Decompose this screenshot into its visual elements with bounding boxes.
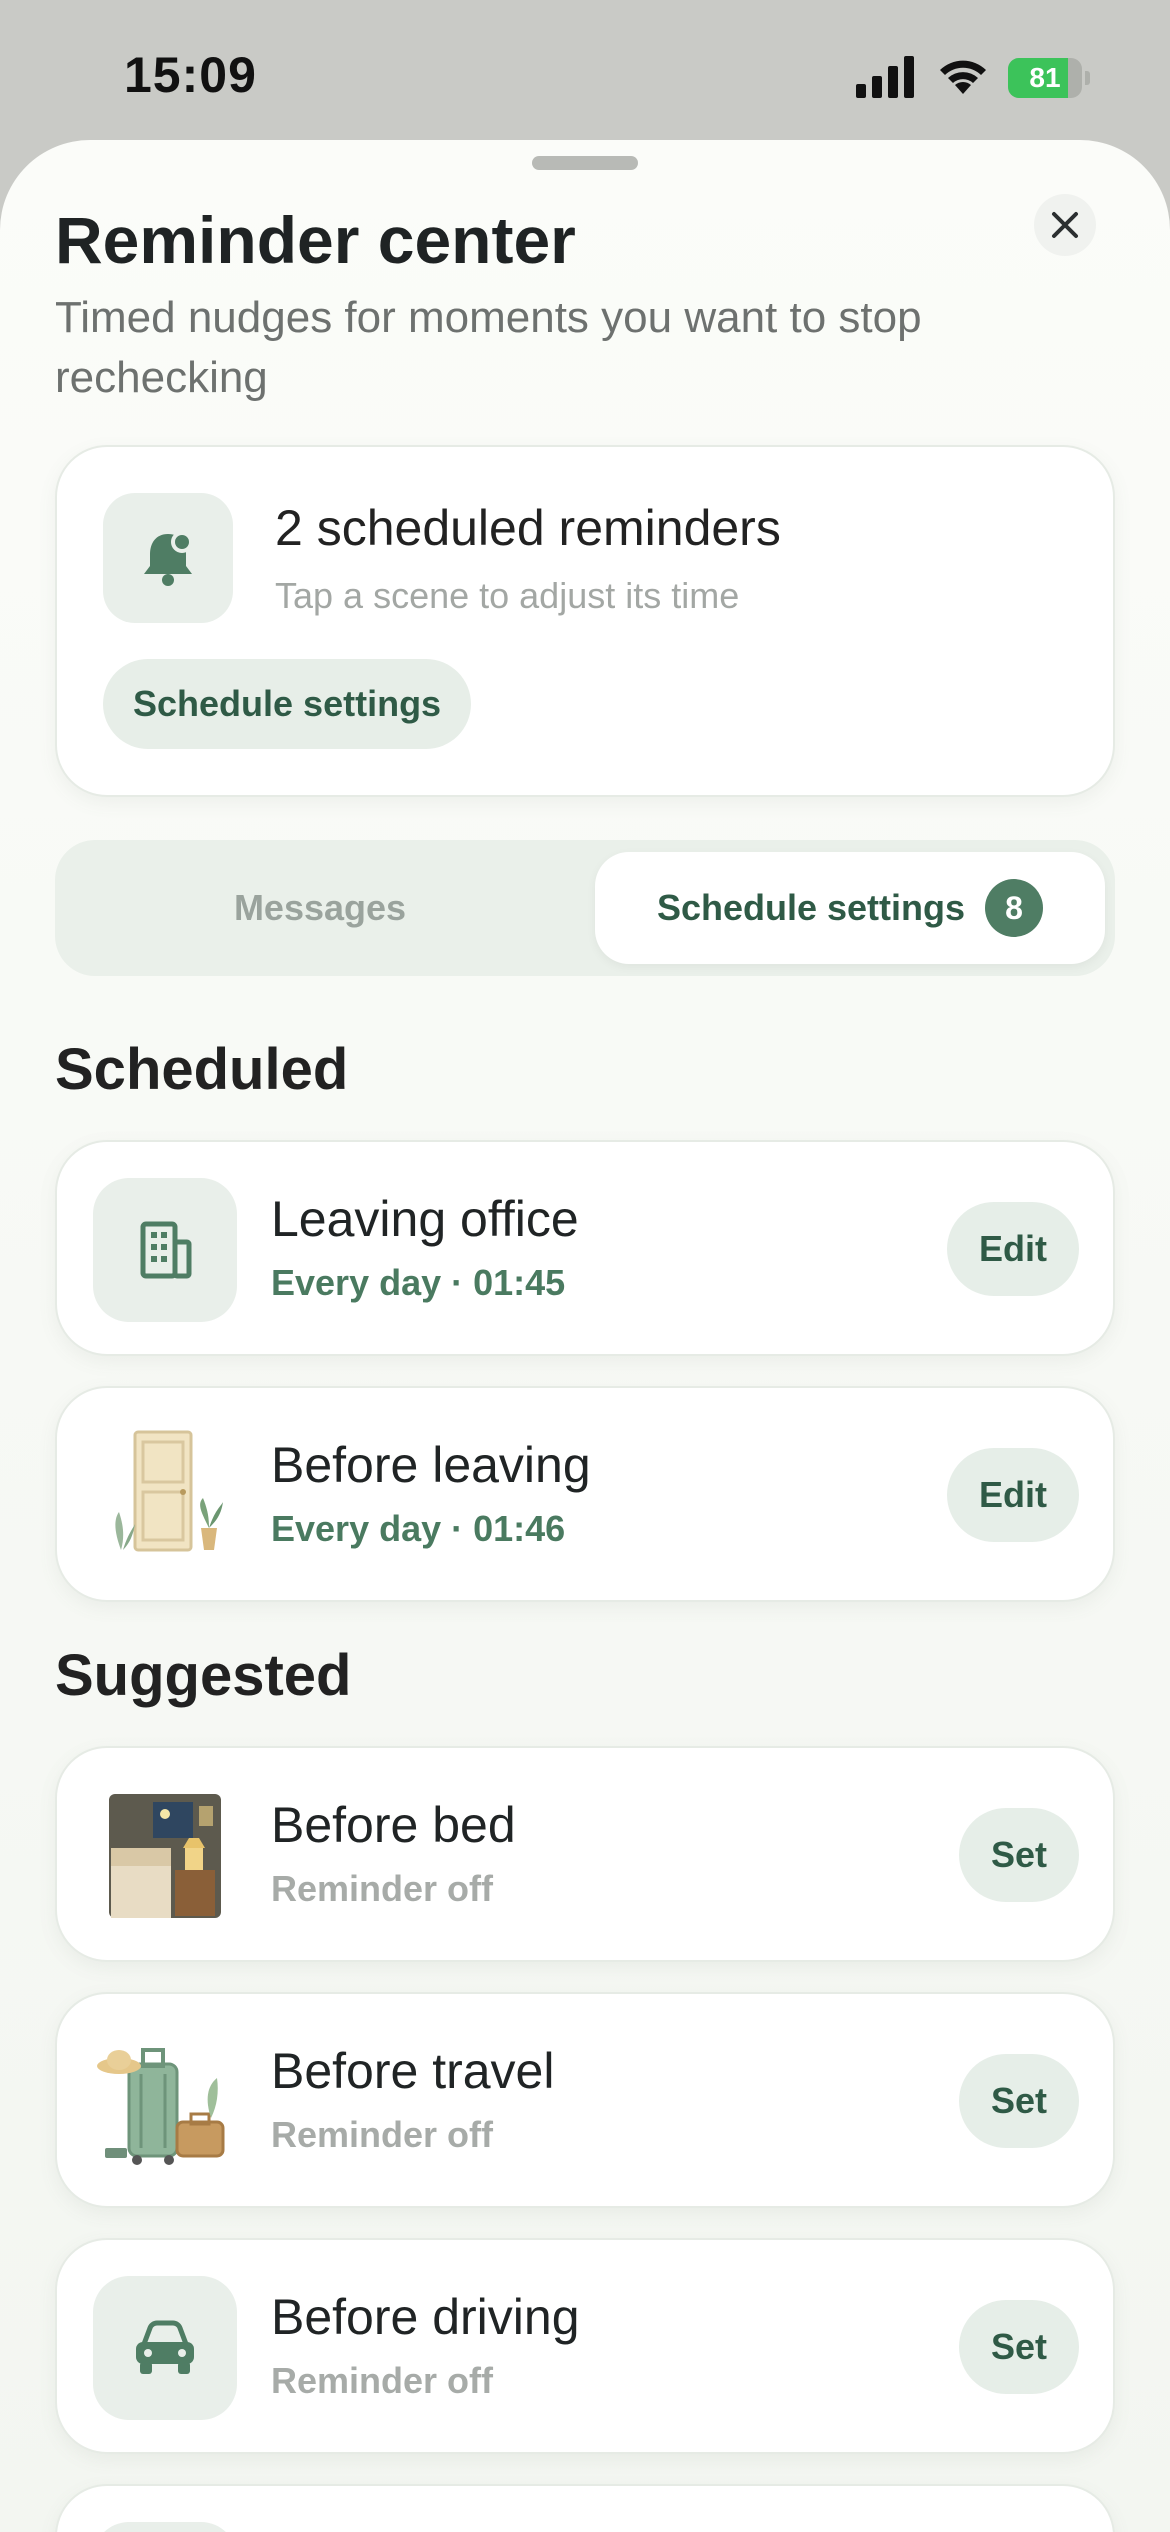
list-item[interactable]: Before leaving Every day · 01:46 Edit xyxy=(55,1386,1115,1602)
page-subtitle: Timed nudges for moments you want to sto… xyxy=(55,293,922,402)
edit-button[interactable]: Edit xyxy=(947,1202,1079,1296)
tab-schedule-label: Schedule settings xyxy=(656,887,966,928)
set-button[interactable]: Set xyxy=(959,1808,1079,1902)
status-time: 15:09 xyxy=(124,47,257,103)
tab-switcher: Messages Schedule settings 8 xyxy=(55,840,1115,976)
reminder-title: Leaving office xyxy=(271,1191,579,1247)
page-title: Reminder center xyxy=(55,203,576,277)
battery-indicator: 81 xyxy=(1008,58,1090,98)
reminder-status: Reminder off xyxy=(271,2114,494,2155)
bell-icon xyxy=(144,531,193,586)
cellular-signal-icon xyxy=(856,56,914,98)
schedule-settings-button[interactable]: Schedule settings xyxy=(103,659,472,749)
count-badge: 8 xyxy=(985,879,1044,937)
list-item[interactable]: Leaving office Every day · 01:45 Edit xyxy=(55,1140,1115,1356)
list-item-thumbnail xyxy=(93,2522,237,2532)
reminder-title: Before bed xyxy=(271,1797,516,1853)
close-button[interactable] xyxy=(1034,194,1096,256)
reminder-schedule: Every day · 01:45 xyxy=(271,1262,566,1303)
summary-title: 2 scheduled reminders xyxy=(275,500,781,556)
bell-icon-tile xyxy=(103,493,233,623)
suitcase-illustration xyxy=(93,2030,237,2174)
reminder-status: Reminder off xyxy=(271,1868,494,1909)
door-plant-illustration xyxy=(93,1424,237,1568)
reminder-status: Reminder off xyxy=(271,2360,494,2401)
reminder-title: Before driving xyxy=(271,2289,580,2345)
reminder-title: Before travel xyxy=(271,2043,555,2099)
status-bar: 15:09 81 xyxy=(0,0,1170,140)
list-item[interactable]: Before driving Reminder off Set xyxy=(55,2238,1115,2454)
tab-messages[interactable]: Messages xyxy=(55,840,585,976)
list-item[interactable]: Before bed Reminder off Set xyxy=(55,1746,1115,1962)
list-item[interactable] xyxy=(55,2484,1115,2532)
set-button[interactable]: Set xyxy=(959,2300,1079,2394)
reminder-title: Before leaving xyxy=(271,1437,591,1493)
section-title-suggested: Suggested xyxy=(55,1643,352,1708)
battery-level: 81 xyxy=(1029,62,1061,93)
summary-hint: Tap a scene to adjust its time xyxy=(275,575,740,616)
summary-card: 2 scheduled reminders Tap a scene to adj… xyxy=(55,445,1115,797)
close-icon xyxy=(1052,212,1078,238)
edit-button[interactable]: Edit xyxy=(947,1448,1079,1542)
bedroom-illustration xyxy=(93,1784,237,1928)
wifi-icon xyxy=(940,60,986,94)
section-title-scheduled: Scheduled xyxy=(55,1037,349,1102)
tab-schedule-settings[interactable]: Schedule settings 8 xyxy=(595,852,1105,964)
car-icon xyxy=(93,2276,237,2420)
sheet-grabber[interactable] xyxy=(532,156,638,170)
reminder-schedule: Every day · 01:46 xyxy=(271,1508,566,1549)
reminder-sheet: Reminder center Timed nudges for moments… xyxy=(0,140,1170,2532)
set-button[interactable]: Set xyxy=(959,2054,1079,2148)
office-building-icon xyxy=(93,1178,237,1322)
list-item[interactable]: Before travel Reminder off Set xyxy=(55,1992,1115,2208)
